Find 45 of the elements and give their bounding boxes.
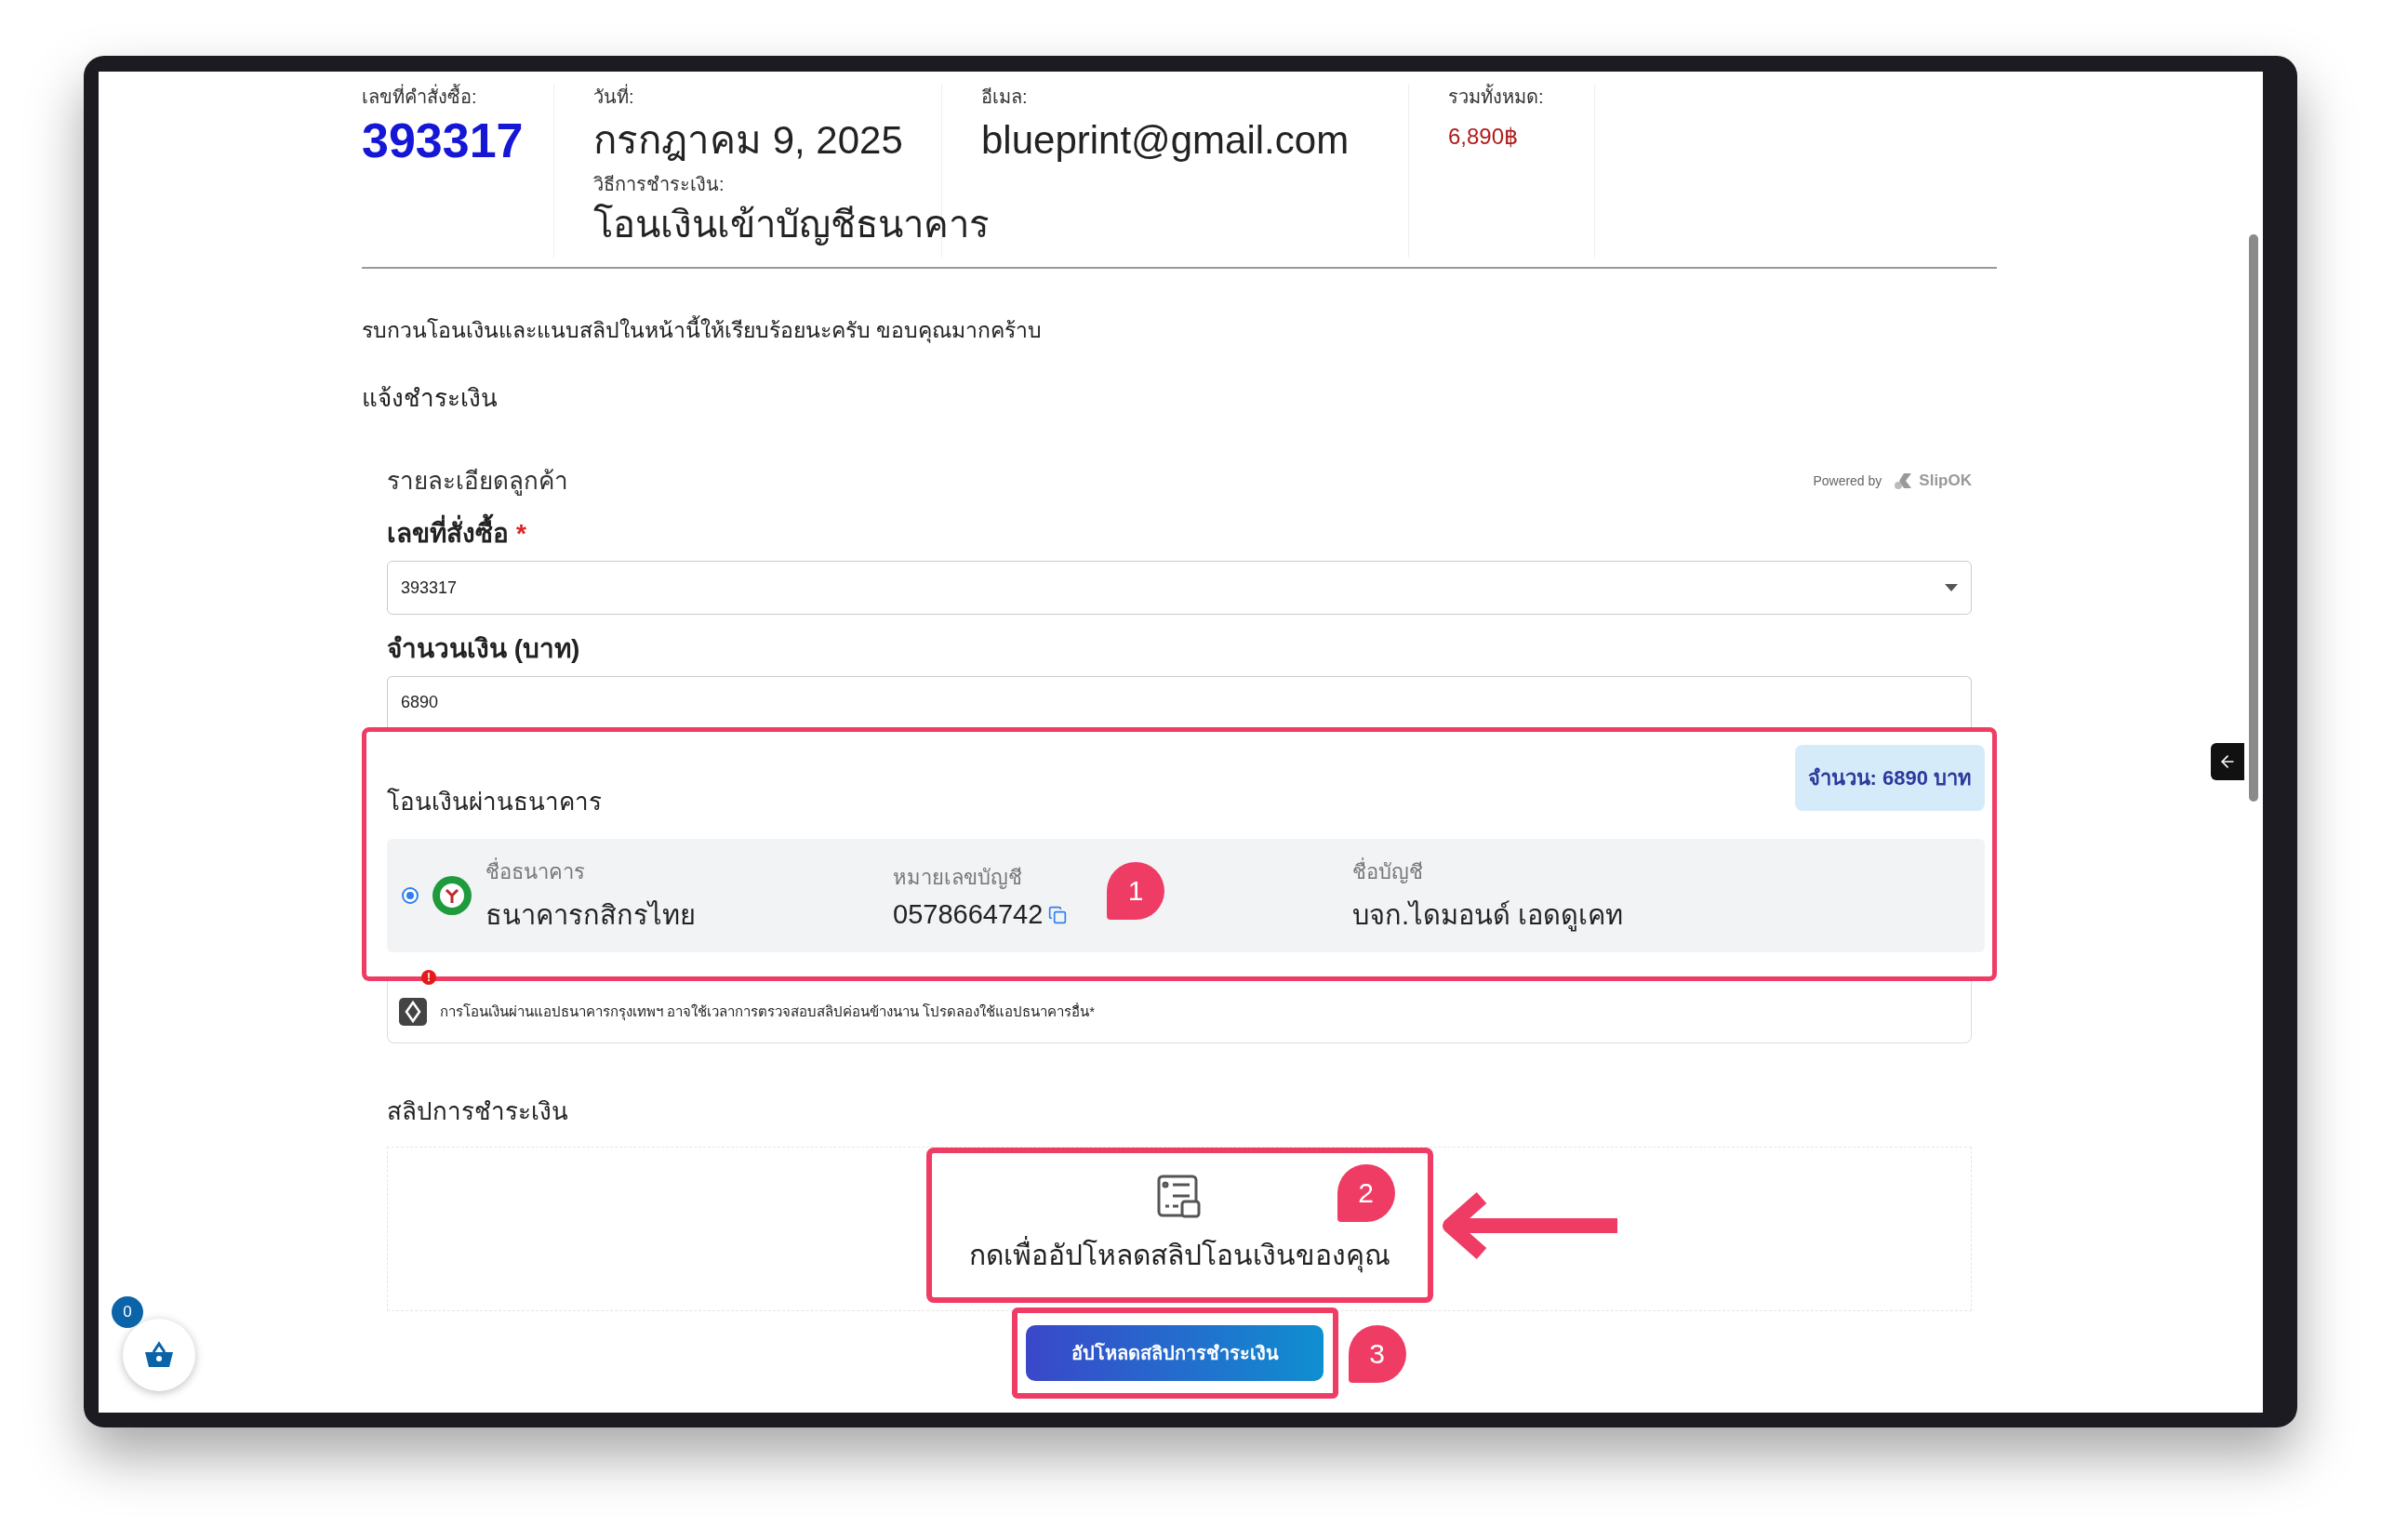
bank-label: ชื่อธนาคาร [486,856,585,885]
caret-icon [1945,584,1958,591]
field-label: เลขที่สั่งซื้อ [387,512,509,553]
copy-icon[interactable] [1048,905,1068,924]
cart-count-badge: 0 [112,1296,143,1328]
required-mark: * [516,519,526,549]
amount-badge: จำนวน: 6890 บาท [1794,745,1985,811]
card-title: รายละเอียดลูกค้า [387,466,568,498]
account-number: 0578664742 [893,899,1044,930]
field-label: จำนวนเงิน (บาท) [387,633,581,665]
field-label: วันที่: [593,85,941,109]
section-title: แจ้งชำระเงิน [362,383,499,414]
callout-badge: 2 [1337,1164,1395,1222]
message-text: รบกวนโอนเงินและแนบสลิปในหน้านี้ให้เรียบร้อยนะครับ ขอบคุณมากคร้าบ [362,313,1997,347]
brand-name: SlipOK [1919,471,1972,490]
field-label: เลขที่คำสั่งซื้อ: [362,85,553,109]
order-select[interactable]: 393317 [387,561,1972,615]
dropzone-text: กดเพื่ออัปโหลดสลิปโอนเงินของคุณ [968,1233,1390,1277]
field-value: กรกฎาคม 9, 2025 [593,117,904,164]
field-value: โอนเงินเข้าบัญชีธนาคาร [593,203,989,247]
cart-button[interactable] [123,1319,195,1391]
upload-button[interactable]: อัปโหลดสลิปการชำระเงิน [1026,1325,1324,1381]
account-name: บจก.ไดมอนด์ เอดดูเคท [1352,898,1624,934]
notice-text: การโอนเงินผ่านแอปธนาคารกรุงเทพฯ อาจใช้เวลาการตรวจสอบสลิปค่อนข้างนาน โปรดลองใช้แอปธนาคารอื่น* [440,1002,1096,1023]
bank-logo-icon [399,998,427,1026]
bank-name: ธนาคารกสิกรไทย [486,898,696,932]
powered-by-text: Powered by [1813,472,1882,488]
account-name-label: ชื่อบัญชี [1352,856,1423,885]
alert-badge: ! [421,970,436,985]
bank-logo-icon [432,875,472,916]
slip-label: สลิปการชำระเงิน [387,1096,569,1127]
account-number-label: หมายเลขบัญชี [893,865,1022,891]
radio-button[interactable] [402,887,419,904]
field-label: อีเมล: [981,86,1029,109]
field-value: blueprint@gmail.com [981,117,1350,164]
bank-section-title: โอนเงินผ่านธนาคาร [387,787,602,817]
field-label: วิธีการชำระเงิน: [593,173,725,196]
back-arrow-tab[interactable] [2211,743,2244,780]
field-value: 393317 [362,113,525,169]
field-value: 6,890฿ [1448,123,1520,151]
amount-field[interactable]: 6890 [387,676,1972,727]
callout-badge: 3 [1348,1325,1406,1383]
basket-icon [143,1341,175,1369]
document-upload-icon [1156,1174,1203,1220]
field-label: รวมทั้งหมด: [1448,85,1594,109]
